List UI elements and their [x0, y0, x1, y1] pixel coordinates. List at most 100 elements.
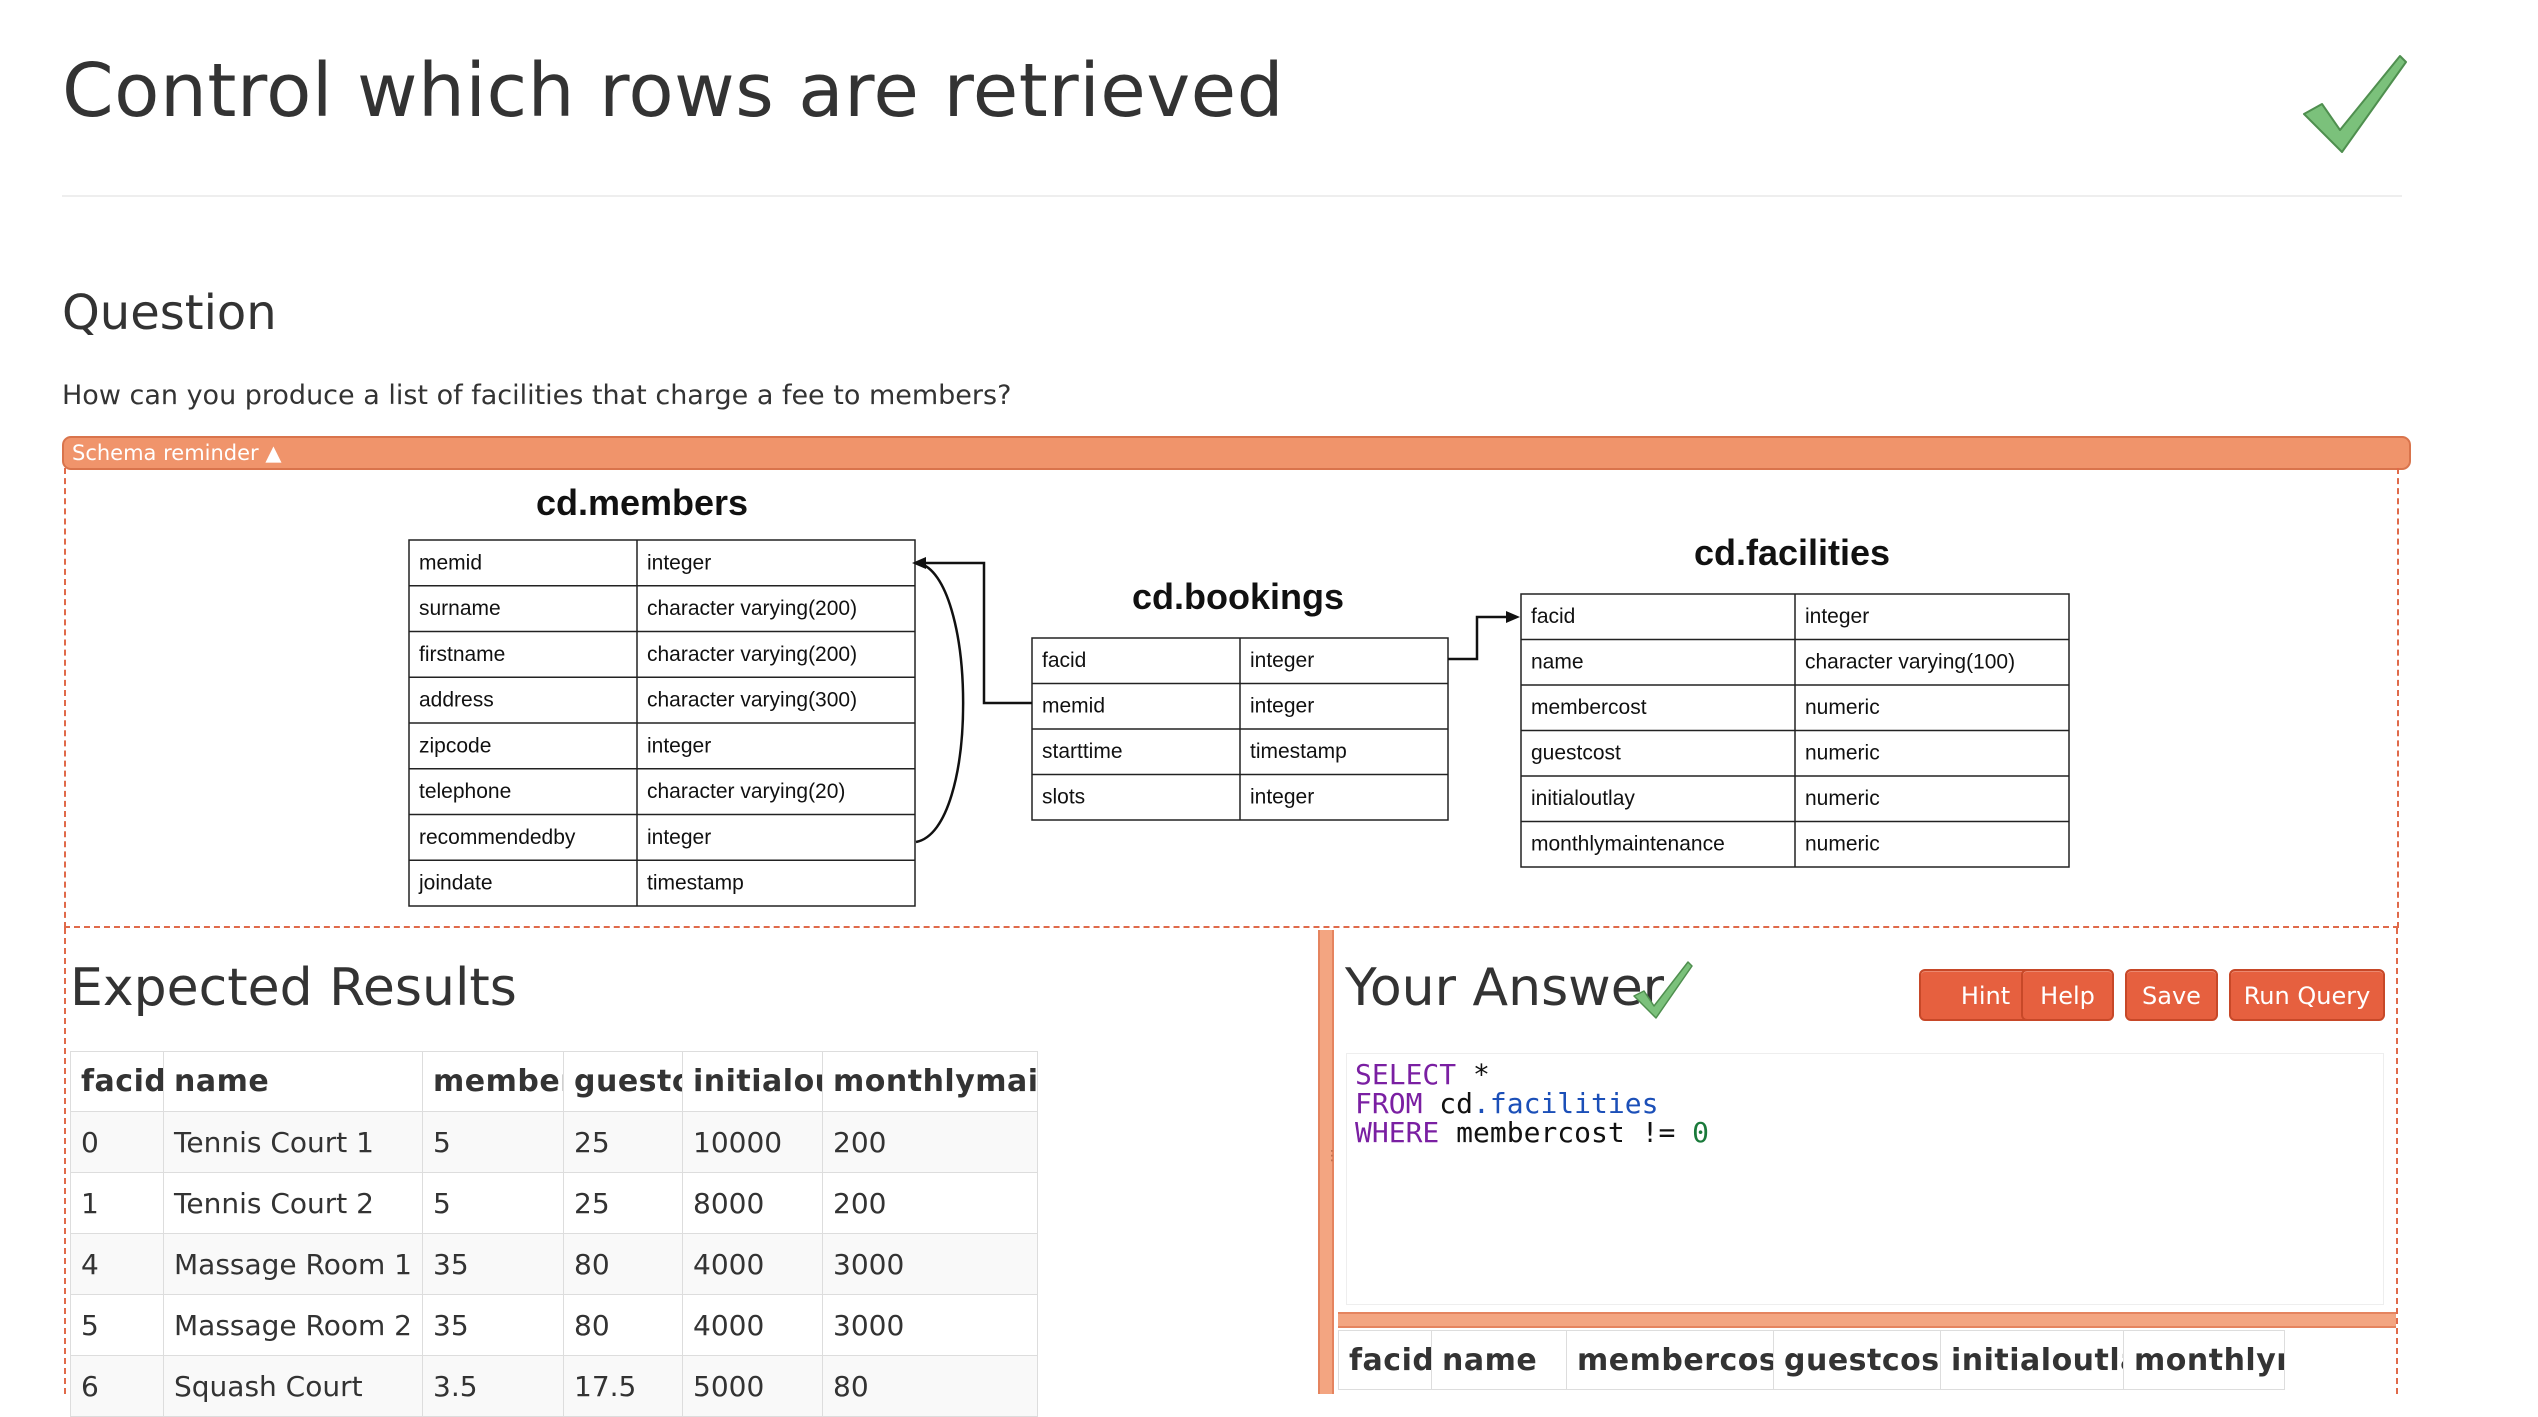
- sql-number: 0: [1692, 1116, 1710, 1149]
- column-header: initialoutlay: [1940, 1330, 2124, 1390]
- sql-operator: !=: [1641, 1116, 1676, 1149]
- schema-column-type: numeric: [1805, 833, 1880, 856]
- table-row: 0 Tennis Court 1 5 25 10000 200: [70, 1111, 1038, 1173]
- schema-column-name: initialoutlay: [1531, 787, 1635, 810]
- schema-column-type: integer: [1250, 695, 1314, 718]
- expected-results-table: facidnamemembercostguestcostinitialoutla…: [70, 1051, 1038, 1417]
- schema-column-type: numeric: [1805, 787, 1880, 810]
- table-cell: Massage Room 2: [163, 1294, 423, 1356]
- schema-column-type: timestamp: [647, 872, 744, 895]
- schema-column-type: integer: [647, 734, 711, 757]
- completed-checkmark-icon: [2303, 55, 2407, 153]
- table-cell: Massage Room 1: [163, 1233, 423, 1295]
- table-cell: 3000: [822, 1294, 1038, 1356]
- splitter-grip-icon: ⋮: [1325, 1148, 1339, 1164]
- table-cell: 200: [822, 1111, 1038, 1173]
- schema-column-name: facid: [1531, 605, 1575, 628]
- table-cell: 0: [70, 1111, 164, 1173]
- schema-diagram-panel: cd.members memid integer surname character v…: [64, 468, 2399, 928]
- schema-diagram: cd.members memid integer surname character v…: [408, 482, 2070, 907]
- schema-column-name: address: [419, 689, 494, 712]
- table-cell: 4000: [682, 1294, 823, 1356]
- your-answer-heading: Your Answer: [1345, 958, 1665, 1018]
- table-cell: 5: [422, 1111, 564, 1173]
- schema-column-type: character varying(20): [647, 780, 845, 803]
- schema-column-type: numeric: [1805, 696, 1880, 719]
- save-button[interactable]: Save: [2125, 969, 2218, 1021]
- column-header: name: [1431, 1330, 1567, 1390]
- schema-column-type: character varying(100): [1805, 651, 2015, 674]
- table-row: 4 Massage Room 1 35 80 4000 3000: [70, 1233, 1038, 1295]
- panel-border-right: [2396, 928, 2400, 1394]
- schema-reminder-label: Schema reminder ▲: [72, 441, 282, 465]
- run-query-button[interactable]: Run Query: [2229, 969, 2385, 1021]
- column-header: facid: [70, 1051, 164, 1112]
- sql-line: WHERE membercost != 0: [1355, 1118, 2375, 1147]
- schema-column-type: integer: [1250, 649, 1314, 672]
- panel-splitter-horizontal[interactable]: [1338, 1312, 2396, 1328]
- help-button[interactable]: Help: [2021, 969, 2114, 1021]
- table-cell: 25: [563, 1111, 683, 1173]
- schema-table-title: cd.members: [536, 482, 748, 523]
- table-row: 6 Squash Court 3.5 17.5 5000 80: [70, 1355, 1038, 1417]
- schema-column-name: facid: [1042, 649, 1086, 672]
- schema-column-type: integer: [1250, 786, 1314, 809]
- schema-column-name: slots: [1042, 786, 1085, 809]
- table-header-row: facidnamemembercostguestcostinitialoutla…: [70, 1051, 1038, 1112]
- column-header: facid: [1338, 1330, 1432, 1390]
- schema-column-name: zipcode: [419, 734, 491, 757]
- schema-column-type: timestamp: [1250, 740, 1347, 763]
- schema-column-type: integer: [647, 551, 711, 574]
- question-text: How can you produce a list of facilities…: [62, 380, 1012, 411]
- column-header: monthlymaintenance: [822, 1051, 1038, 1112]
- schema-column-type: character varying(200): [647, 643, 857, 666]
- sql-line: SELECT *: [1355, 1060, 2375, 1089]
- table-cell: Tennis Court 2: [163, 1172, 423, 1234]
- schema-column-type: character varying(300): [647, 689, 857, 712]
- column-header: initialoutlay: [682, 1051, 823, 1112]
- table-cell: 80: [563, 1233, 683, 1295]
- schema-column-name: guestcost: [1531, 742, 1621, 765]
- schema-column-name: recommendedby: [419, 826, 576, 849]
- table-cell: 1: [70, 1172, 164, 1234]
- schema-column-name: membercost: [1531, 696, 1647, 719]
- table-cell: 3.5: [422, 1355, 564, 1417]
- table-cell: 5: [422, 1172, 564, 1234]
- table-cell: 3000: [822, 1233, 1038, 1295]
- schema-column-name: name: [1531, 651, 1584, 674]
- title-divider: [62, 195, 2402, 197]
- schema-column-type: numeric: [1805, 742, 1880, 765]
- page-title: Control which rows are retrieved: [62, 48, 1285, 134]
- column-header: membercost: [422, 1051, 564, 1112]
- schema-column-name: joindate: [418, 872, 493, 895]
- table-cell: Squash Court: [163, 1355, 423, 1417]
- relation-members-recommendedby: [915, 561, 965, 844]
- schema-reminder-toggle[interactable]: Schema reminder ▲: [62, 436, 2411, 470]
- relation-bookings-members: [918, 561, 1032, 705]
- relation-arrowhead: [1506, 611, 1520, 623]
- sql-keyword: WHERE: [1355, 1116, 1440, 1149]
- table-cell: 8000: [682, 1172, 823, 1234]
- question-heading: Question: [62, 285, 277, 341]
- schema-column-name: telephone: [419, 780, 511, 803]
- table-cell: 80: [563, 1294, 683, 1356]
- panel-splitter-vertical[interactable]: ⋮: [1318, 930, 1339, 1394]
- column-header: monthlymaintena: [2123, 1330, 2285, 1390]
- table-cell: 5: [70, 1294, 164, 1356]
- table-row: 5 Massage Room 2 35 80 4000 3000: [70, 1294, 1038, 1356]
- schema-column-type: integer: [1805, 605, 1869, 628]
- table-header-row: facidnamemembercostguestcostinitialoutla…: [1338, 1330, 2285, 1390]
- sql-editor[interactable]: SELECT * FROM cd.facilities WHERE member…: [1346, 1053, 2384, 1305]
- table-cell: 35: [422, 1233, 564, 1295]
- sql-column: membercost: [1456, 1116, 1625, 1149]
- table-cell: 80: [822, 1355, 1038, 1417]
- column-header: membercost: [1566, 1330, 1774, 1390]
- sql-line: FROM cd.facilities: [1355, 1089, 2375, 1118]
- schema-column-name: starttime: [1042, 740, 1123, 763]
- schema-column-name: memid: [1042, 695, 1105, 718]
- table-cell: 200: [822, 1172, 1038, 1234]
- expected-results-heading: Expected Results: [70, 958, 517, 1018]
- column-header: guestcost: [563, 1051, 683, 1112]
- table-cell: 35: [422, 1294, 564, 1356]
- schema-table-title: cd.bookings: [1132, 576, 1344, 617]
